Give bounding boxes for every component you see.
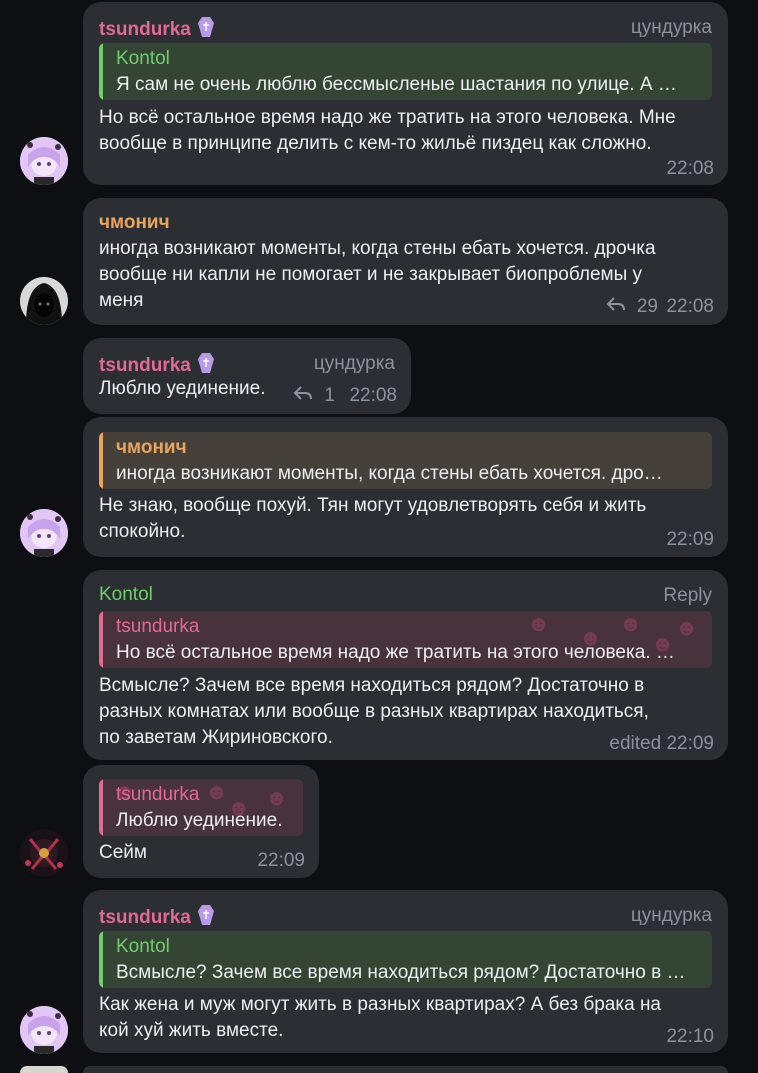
message-line: Люблю уединение. <box>99 378 266 399</box>
replies-count: 1 <box>324 385 335 407</box>
avatar[interactable] <box>20 1066 68 1073</box>
message-line: Всмысле? Зачем все время находиться рядо… <box>99 675 645 696</box>
replies-counter[interactable]: 29 <box>606 296 658 318</box>
reply-author: Kontol <box>116 48 170 69</box>
message-time: 22:10 <box>666 1026 714 1047</box>
message-bubble[interactable]: чмонич иногда возникают моменты, когда с… <box>83 198 728 325</box>
author-name[interactable]: tsundurka <box>99 16 215 44</box>
message-time: 22:08 <box>666 296 714 317</box>
reply-arrow-icon <box>606 296 626 318</box>
message-time: 22:09 <box>666 529 714 550</box>
replies-count: 29 <box>636 296 658 318</box>
reply-text: иногда возникают моменты, когда стены еб… <box>116 463 663 484</box>
author-label[interactable]: tsundurka <box>99 355 191 376</box>
skull-pattern-icon: ☻ <box>527 611 551 636</box>
skull-pattern-icon: ☻ <box>675 615 699 640</box>
avatar[interactable] <box>20 137 68 185</box>
message-line: меня <box>99 290 144 311</box>
message-bubble[interactable]: ☻ ☻ ☻ ☻ tsundurka Люблю уединение. Сейм … <box>83 765 319 878</box>
reply-bar <box>99 931 103 988</box>
reply-badge[interactable]: Reply <box>663 585 712 607</box>
skull-pattern-icon: ☻ <box>205 779 229 804</box>
reply-text: Люблю уединение. <box>116 810 283 831</box>
author-label[interactable]: tsundurka <box>99 907 191 928</box>
coffin-icon <box>197 904 215 932</box>
message-bubble[interactable]: tsundurka цундурка Kontol Всмысле? Зачем… <box>83 890 728 1053</box>
message-bubble[interactable]: Kontol Reply ☻ ☻ ☻ ☻ ☻ tsundurka Но всё … <box>83 570 728 760</box>
message-line: по заветам Жириновского. <box>99 727 333 748</box>
reply-quote[interactable]: Kontol Я сам не очень люблю бессмысленые… <box>99 43 712 100</box>
reply-bar <box>99 432 103 489</box>
reply-text: Но всё остальное время надо же тратить н… <box>116 642 675 663</box>
message-bubble[interactable]: чмонич иногда возникают моменты, когда с… <box>83 417 728 557</box>
admin-badge: цундурка <box>630 905 712 926</box>
reply-author: tsundurka <box>116 784 200 805</box>
author-name[interactable]: tsundurka <box>99 904 215 932</box>
coffin-icon <box>197 16 215 44</box>
reply-bar <box>99 43 103 100</box>
reply-bar <box>99 779 103 836</box>
avatar[interactable] <box>20 829 68 877</box>
admin-badge: цундурка <box>630 17 712 38</box>
message-line: вообще ни капли не помогает и не закрыва… <box>99 264 643 285</box>
message-time: edited 22:09 <box>609 733 714 754</box>
skull-pattern-icon: ☻ <box>619 611 643 636</box>
reply-text: Я сам не очень люблю бессмысленые шастан… <box>116 74 677 95</box>
message-bubble[interactable]: tsundurka цундурка Люблю уединение. 1 22… <box>83 338 411 414</box>
avatar[interactable] <box>20 277 68 325</box>
avatar[interactable] <box>20 509 68 557</box>
message-time: 22:09 <box>257 850 305 871</box>
message-line: Сейм <box>99 842 147 863</box>
reply-author: Kontol <box>116 936 170 957</box>
message-line: кой хуй жить вместе. <box>99 1020 284 1041</box>
reply-text: Всмысле? Зачем все время находиться рядо… <box>116 962 686 983</box>
reply-quote[interactable]: Kontol Всмысле? Зачем все время находить… <box>99 931 712 988</box>
reply-quote[interactable]: ☻ ☻ ☻ ☻ tsundurka Люблю уединение. <box>99 779 303 836</box>
message-line: вообще в принципе делить с кем-то жильё … <box>99 133 652 154</box>
reply-author: чмонич <box>116 437 187 458</box>
message-bubble[interactable]: tsundurka цундурка Kontol Я сам не очень… <box>83 2 728 185</box>
author-label[interactable]: tsundurka <box>99 19 191 40</box>
author-name[interactable]: чмонич <box>99 212 170 234</box>
reply-quote[interactable]: ☻ ☻ ☻ ☻ ☻ tsundurka Но всё остальное вре… <box>99 611 712 668</box>
message-time: 22:08 <box>349 385 397 406</box>
message-time: 22:08 <box>666 158 714 179</box>
message-line: спокойно. <box>99 521 186 542</box>
reply-author: tsundurka <box>116 616 200 637</box>
message-bubble-partial[interactable] <box>83 1066 728 1073</box>
message-line: Но всё остальное время надо же тратить н… <box>99 107 676 128</box>
skull-pattern-icon: ☻ <box>265 785 289 810</box>
message-line: Не знаю, вообще похуй. Тян могут удовлет… <box>99 495 647 516</box>
admin-badge: цундурка <box>313 353 395 374</box>
reply-bar <box>99 611 103 668</box>
message-line: Как жена и муж могут жить в разных кварт… <box>99 994 662 1015</box>
message-line: разных комнатах или вообще в разных квар… <box>99 701 649 722</box>
replies-counter[interactable]: 1 <box>293 385 335 407</box>
message-line: иногда возникают моменты, когда стены еб… <box>99 238 656 259</box>
author-name[interactable]: Kontol <box>99 584 153 606</box>
avatar[interactable] <box>20 1006 68 1054</box>
reply-quote[interactable]: чмонич иногда возникают моменты, когда с… <box>99 432 712 489</box>
reply-arrow-icon <box>293 385 313 407</box>
